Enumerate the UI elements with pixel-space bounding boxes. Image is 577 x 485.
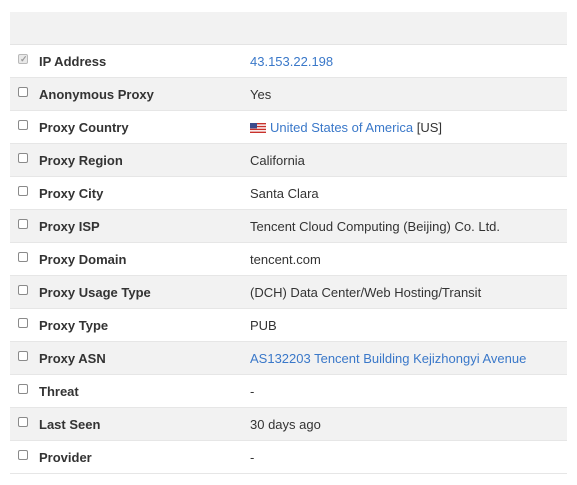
row-label: Proxy Region [39,153,123,168]
row-label: Proxy Type [39,318,109,333]
row-anonymous-proxy: Anonymous Proxy Yes [10,78,567,111]
row-last-seen: Last Seen 30 days ago [10,408,567,441]
provider-checkbox[interactable] [18,450,28,460]
row-label: Proxy City [39,186,104,201]
row-label: Anonymous Proxy [39,87,154,102]
row-value: - [250,384,255,399]
proxy-type-checkbox[interactable] [18,318,28,328]
row-value: Tencent Cloud Computing (Beijing) Co. Lt… [250,219,501,234]
country-link[interactable]: United States of America [270,120,413,135]
row-proxy-type: Proxy Type PUB [10,309,567,342]
row-label: Proxy ASN [39,351,106,366]
row-proxy-domain: Proxy Domain tencent.com [10,243,567,276]
row-ip-address: ✓ IP Address 43.153.22.198 [10,45,567,78]
asn-link[interactable]: AS132203 Tencent Building Kejizhongyi Av… [250,351,526,366]
row-label: Proxy Domain [39,252,127,267]
row-threat: Threat - [10,375,567,408]
row-label: Proxy ISP [39,219,100,234]
row-proxy-asn: Proxy ASN AS132203 Tencent Building Keji… [10,342,567,375]
row-proxy-usage-type: Proxy Usage Type (DCH) Data Center/Web H… [10,276,567,309]
row-value: California [250,153,305,168]
row-label: Proxy Country [39,120,129,135]
row-value: (DCH) Data Center/Web Hosting/Transit [250,285,482,300]
row-proxy-region: Proxy Region California [10,144,567,177]
row-label: IP Address [39,54,107,69]
row-proxy-isp: Proxy ISP Tencent Cloud Computing (Beiji… [10,210,567,243]
us-flag-icon [250,123,266,133]
row-value: Santa Clara [250,186,319,201]
anonymous-proxy-checkbox[interactable] [18,87,28,97]
ip-address-link[interactable]: 43.153.22.198 [250,54,333,69]
ip-address-checkbox[interactable]: ✓ [18,54,28,64]
proxy-isp-checkbox[interactable] [18,219,28,229]
row-value: - [250,450,255,465]
country-code: [US] [416,120,442,135]
proxy-info-table: ✓ IP Address 43.153.22.198 Anonymous Pro… [10,12,567,474]
row-proxy-country: Proxy Country United States of America [… [10,111,567,144]
row-label: Provider [39,450,92,465]
row-value: Yes [250,87,272,102]
threat-checkbox[interactable] [18,384,28,394]
row-label: Last Seen [39,417,101,432]
checkmark-icon: ✓ [20,54,28,64]
row-label: Proxy Usage Type [39,285,151,300]
row-label: Threat [39,384,79,399]
row-proxy-city: Proxy City Santa Clara [10,177,567,210]
last-seen-checkbox[interactable] [18,417,28,427]
row-value: PUB [250,318,277,333]
row-value: tencent.com [250,252,321,267]
proxy-asn-checkbox[interactable] [18,351,28,361]
proxy-region-checkbox[interactable] [18,153,28,163]
proxy-usage-type-checkbox[interactable] [18,285,28,295]
proxy-domain-checkbox[interactable] [18,252,28,262]
proxy-city-checkbox[interactable] [18,186,28,196]
row-value: 30 days ago [250,417,321,432]
proxy-country-checkbox[interactable] [18,120,28,130]
table-header [10,12,567,45]
row-provider: Provider - [10,441,567,474]
row-value: United States of America [US] [250,120,442,135]
